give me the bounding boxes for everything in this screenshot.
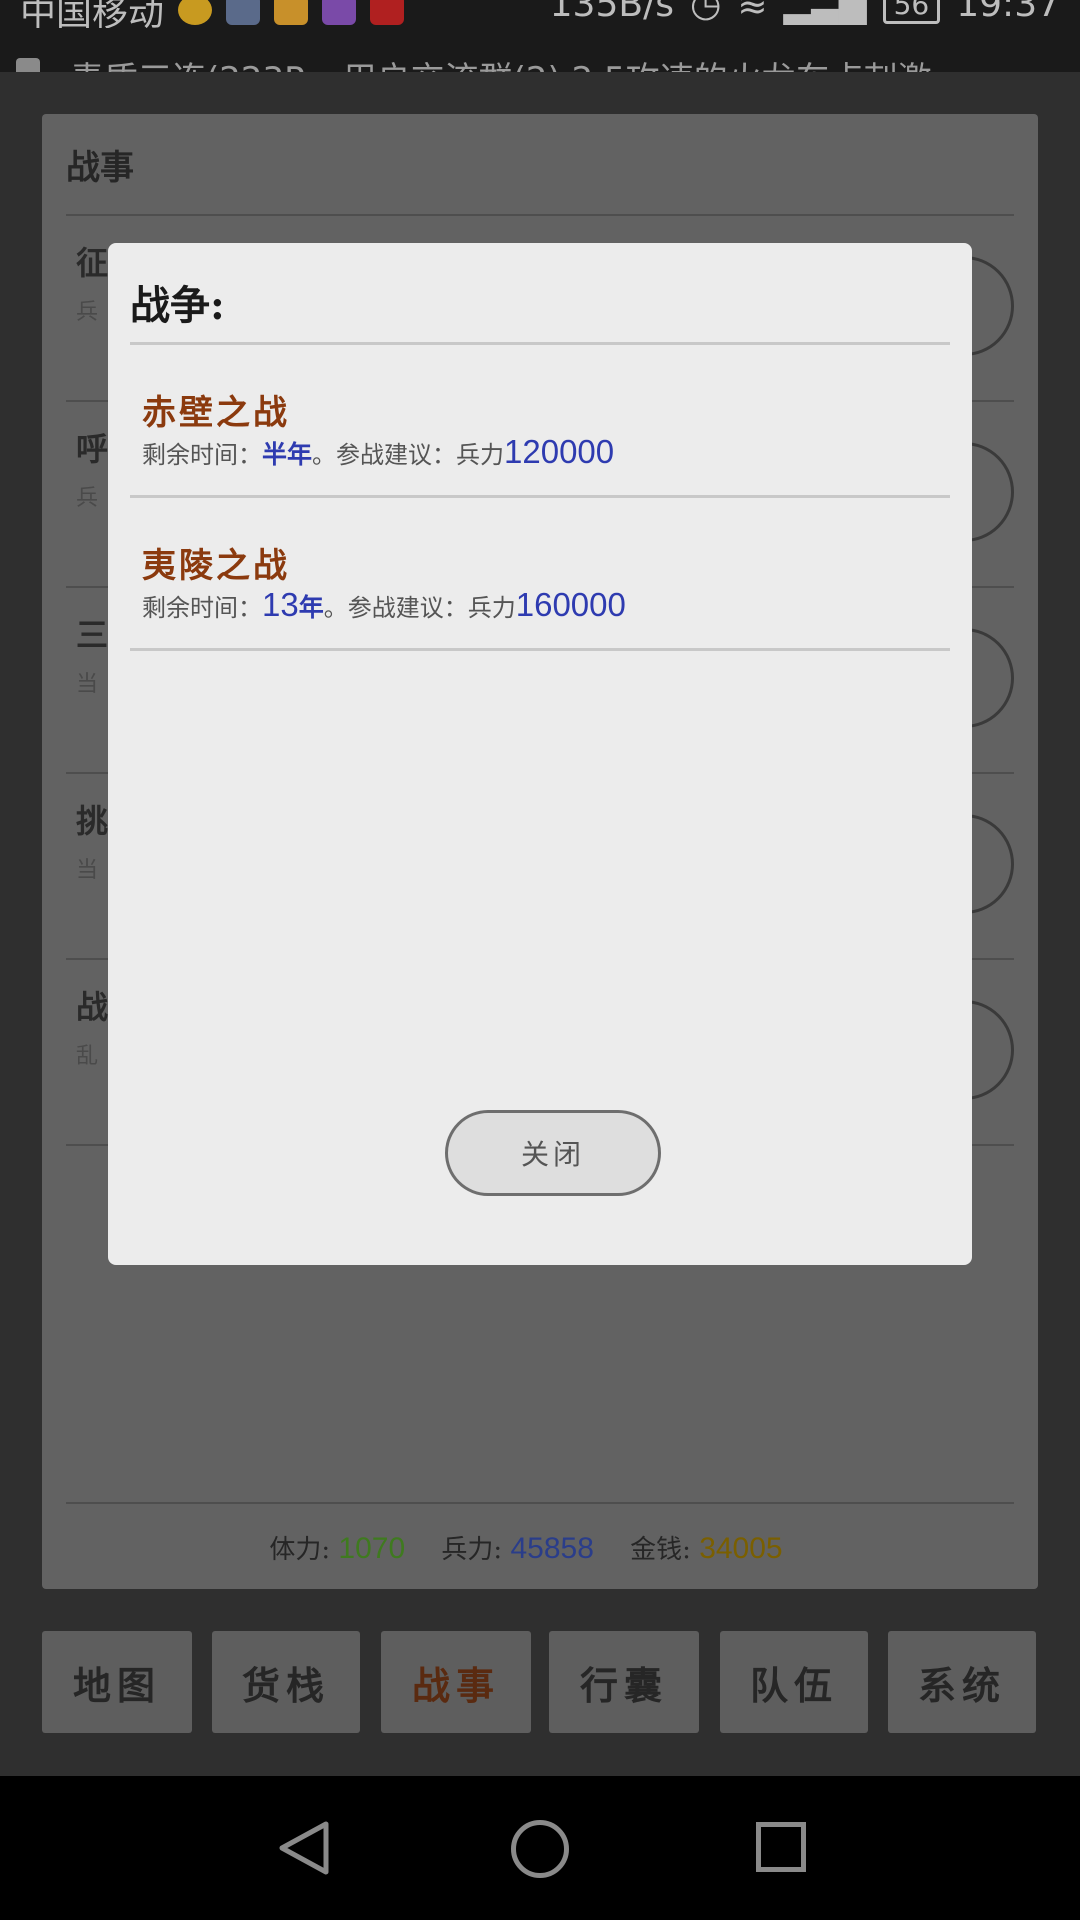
- war-name: 夷陵之战: [142, 546, 290, 586]
- troops-label: 兵力: [456, 441, 505, 469]
- remaining-unit: 年: [298, 593, 324, 622]
- recent-apps-icon[interactable]: [756, 1822, 806, 1872]
- bottom-tab-bar: 地图 货栈 战事 行囊 队伍 系统: [42, 1631, 1038, 1733]
- suggest-label: 。参战建议：: [323, 594, 468, 622]
- divider: [130, 648, 950, 651]
- tab-map[interactable]: 地图: [42, 1631, 192, 1733]
- back-icon[interactable]: [276, 1820, 332, 1876]
- divider: [66, 1502, 1014, 1504]
- list-item-title: 挑: [76, 802, 109, 840]
- list-item-sub: 乱: [76, 1044, 99, 1069]
- alarm-icon: ◷: [689, 0, 722, 25]
- list-item-sub: 当: [76, 672, 99, 697]
- troops-value: 45858: [510, 1532, 594, 1565]
- stamina-label: 体力:: [269, 1535, 331, 1565]
- status-bar: 中国移动 135B/s ◷ ≋ ▂▃▅ 56 19:37: [0, 0, 1080, 28]
- qq-notification-icon: [16, 58, 40, 72]
- net-speed: 135B/s: [549, 0, 674, 25]
- tab-team[interactable]: 队伍: [720, 1631, 868, 1733]
- app-notification-icon: [274, 0, 309, 25]
- home-icon[interactable]: [511, 1820, 569, 1878]
- remaining-label: 剩余时间：: [142, 441, 262, 469]
- list-item-title: 战: [76, 988, 109, 1026]
- signal-icon: ▂▃▅: [783, 0, 867, 25]
- gallery-notification-icon: [226, 0, 261, 25]
- stamina-value: 1070: [338, 1532, 406, 1565]
- war-info: 剩余时间： 13 年 。参战建议： 兵力 160000: [142, 586, 626, 624]
- tab-system[interactable]: 系统: [888, 1631, 1036, 1733]
- close-button[interactable]: 关闭: [445, 1110, 661, 1196]
- app-notification-icon: [178, 0, 213, 25]
- list-item-title: 呼: [76, 430, 109, 468]
- war-entry-chibi[interactable]: 赤壁之战 剩余时间： 半年 。参战建议： 兵力 120000: [142, 345, 950, 495]
- battery-icon: 56: [882, 0, 941, 24]
- tab-bag[interactable]: 行囊: [549, 1631, 699, 1733]
- huawei-notification-icon: [370, 0, 405, 25]
- troops-value: 120000: [504, 433, 615, 470]
- gold-value: 34005: [699, 1532, 783, 1565]
- player-stats: 体力: 1070 兵力: 45858 金钱: 34005: [42, 1529, 1038, 1566]
- carrier-label: 中国移动: [20, 0, 165, 28]
- system-nav-bar: [0, 1776, 1080, 1920]
- notification-ticker: 青质三连(223P... 用户交流群(2) 2.5攻速的火龙车点刺激: [0, 28, 1080, 72]
- war-name: 赤壁之战: [142, 393, 290, 433]
- list-item-sub: 兵: [76, 486, 99, 511]
- notification-text: 青质三连(223P... 用户交流群(2) 2.5攻速的火龙车点刺激: [70, 52, 932, 72]
- list-item-sub: 兵: [76, 300, 99, 325]
- troops-value: 160000: [515, 586, 626, 623]
- list-item-title: 征: [76, 244, 109, 282]
- gold-label: 金钱:: [630, 1535, 691, 1565]
- list-item-title: 三: [76, 616, 109, 654]
- troops-label: 兵力: [467, 594, 516, 622]
- dialog-title: 战争:: [130, 282, 225, 329]
- list-item-sub: 当: [76, 858, 99, 883]
- clock: 19:37: [956, 0, 1060, 25]
- troops-label: 兵力:: [441, 1535, 503, 1565]
- remaining-label: 剩余时间：: [142, 594, 262, 622]
- wifi-icon: ≋: [737, 0, 768, 25]
- app-notification-icon: [322, 0, 357, 25]
- remaining-number: 13: [262, 586, 299, 623]
- suggest-label: 。参战建议：: [312, 441, 457, 469]
- remaining-value: 半年: [262, 440, 313, 469]
- tab-shop[interactable]: 货栈: [212, 1631, 360, 1733]
- panel-title: 战事: [66, 148, 134, 188]
- tab-war[interactable]: 战事: [381, 1631, 531, 1733]
- war-info: 剩余时间： 半年 。参战建议： 兵力 120000: [142, 433, 614, 471]
- war-dialog: 战争: 赤壁之战 剩余时间： 半年 。参战建议： 兵力 120000 夷陵之战 …: [108, 243, 972, 1265]
- war-entry-yiling[interactable]: 夷陵之战 剩余时间： 13 年 。参战建议： 兵力 160000: [142, 498, 950, 648]
